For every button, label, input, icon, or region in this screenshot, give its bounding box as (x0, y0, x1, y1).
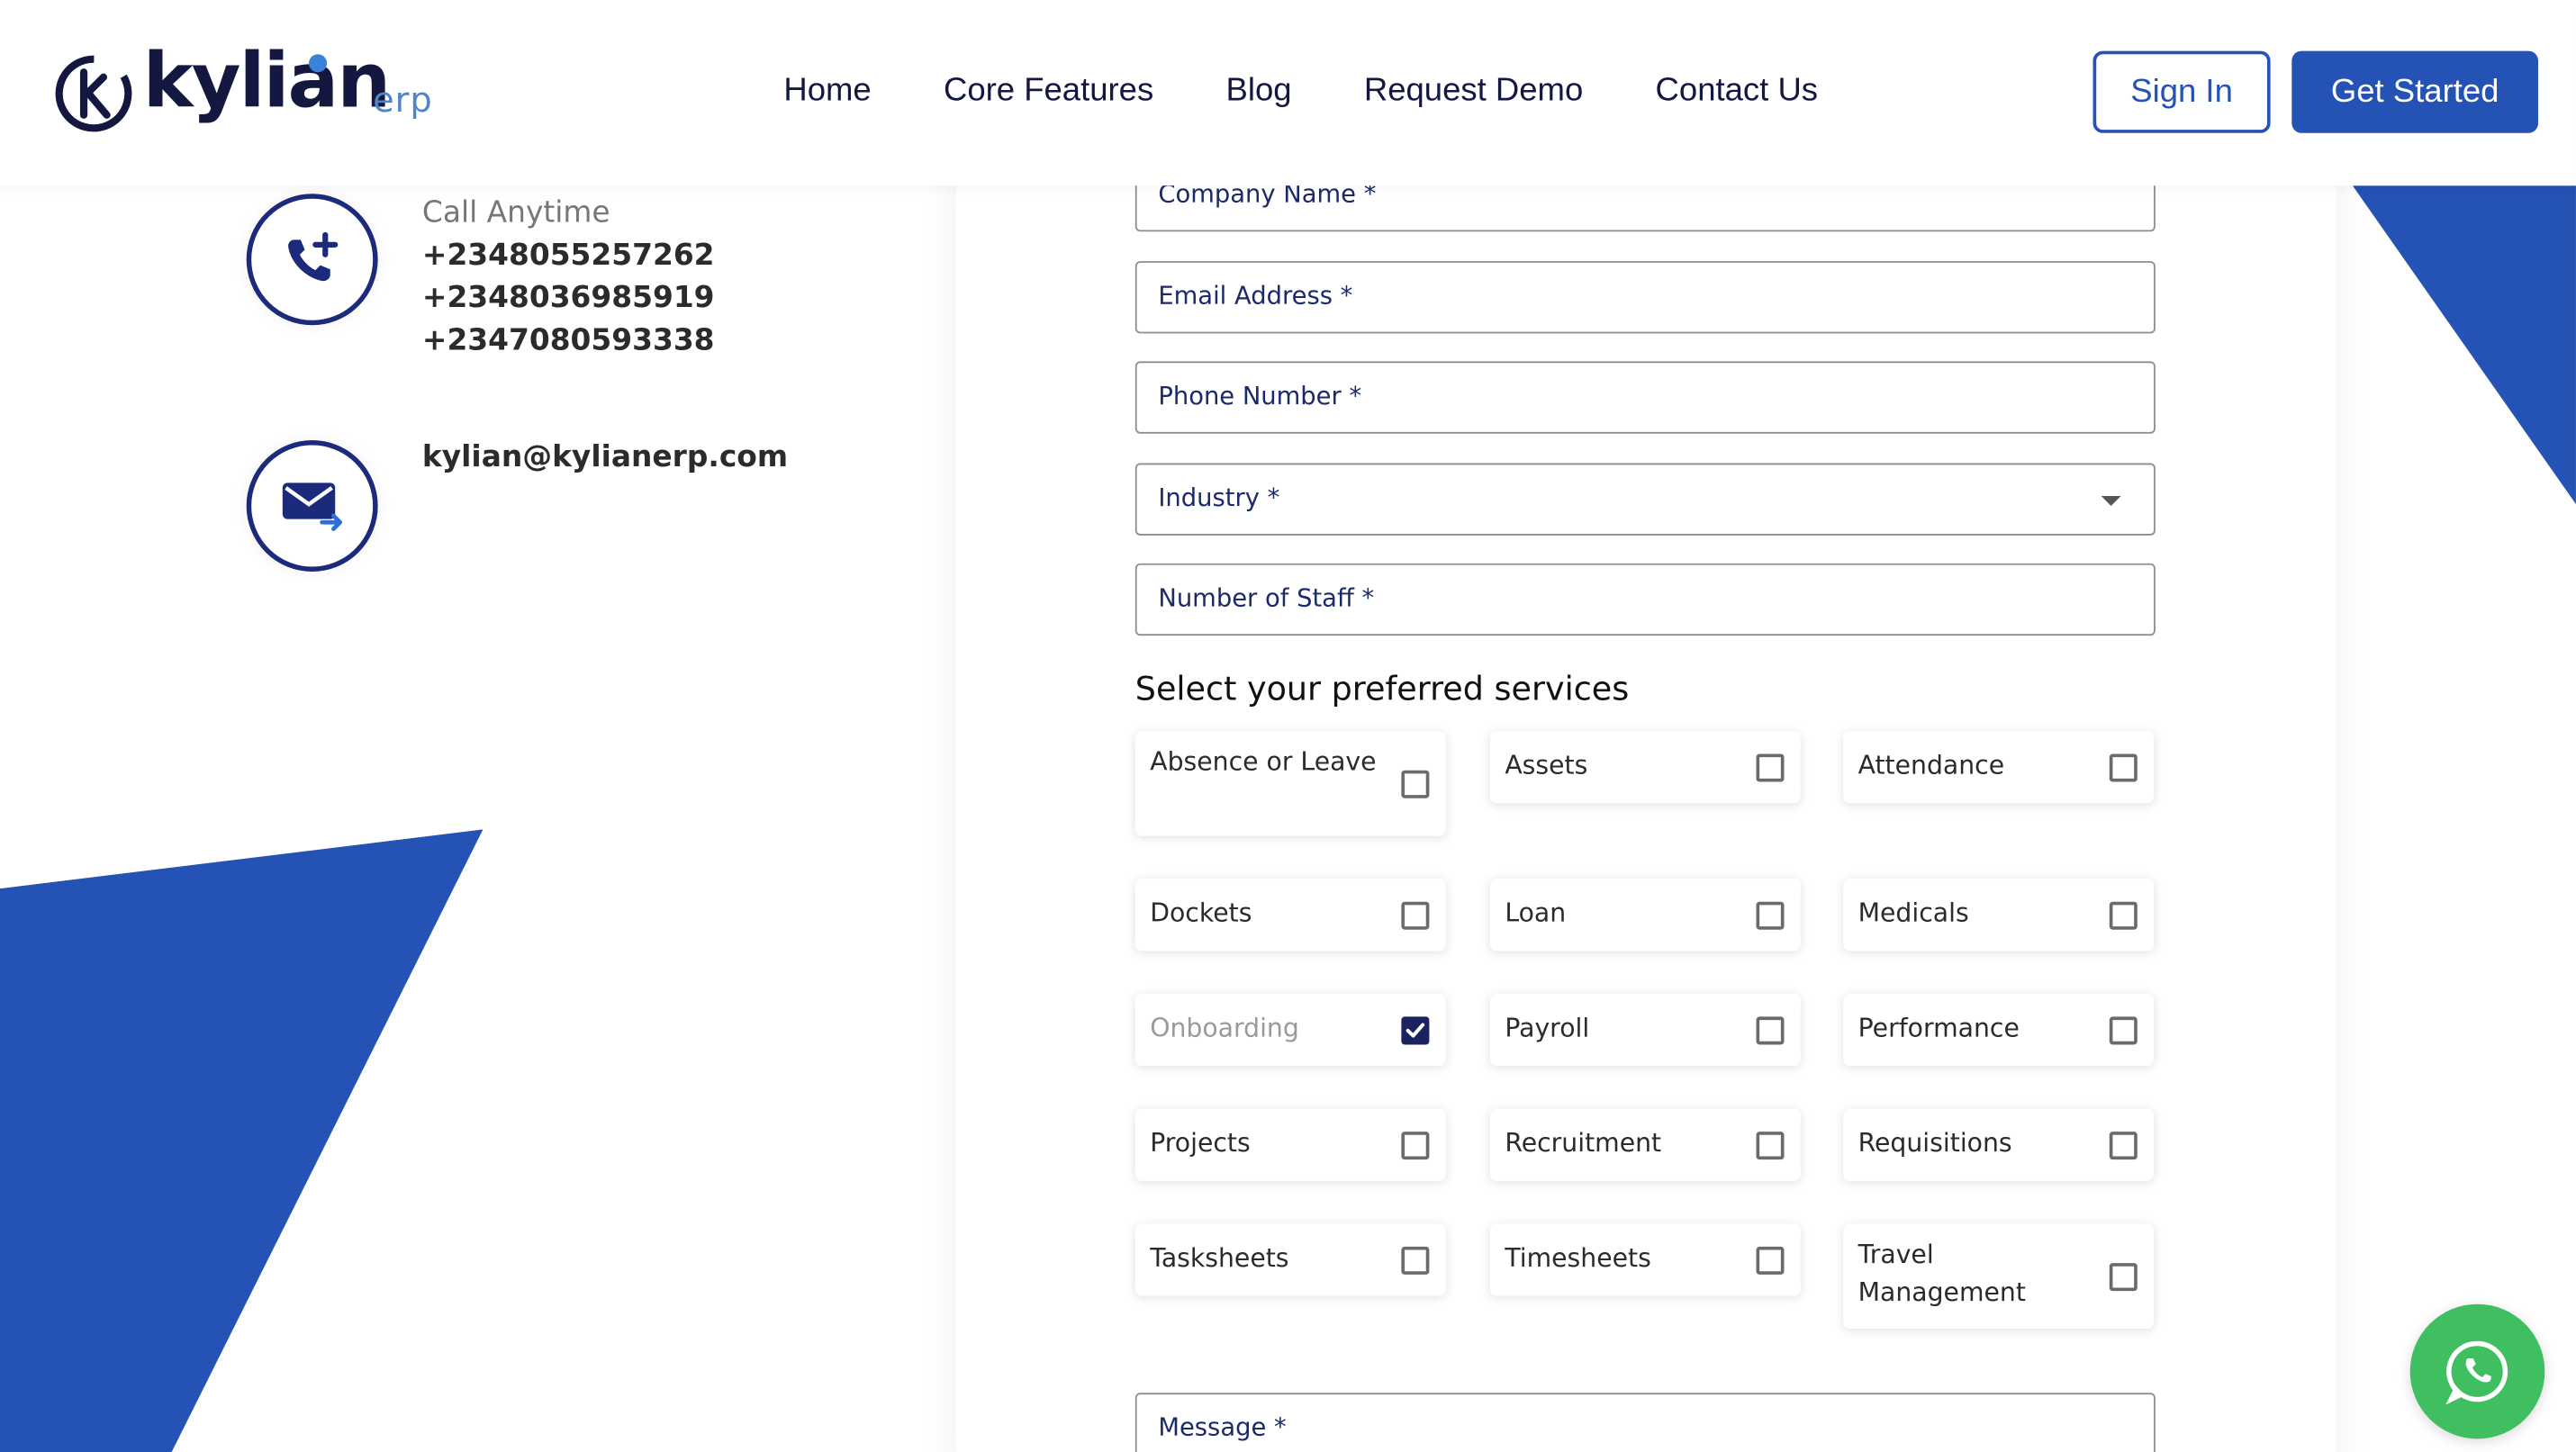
contact-email[interactable]: kylian@kylianerp.com (422, 440, 788, 474)
phone-plus-icon (288, 231, 339, 282)
main-nav: Home Core Features Blog Request Demo Con… (783, 72, 1890, 110)
service-option[interactable]: Attendance (1843, 730, 2155, 804)
service-option[interactable]: Projects (1134, 1108, 1446, 1181)
phone-number[interactable]: +2347080593338 (422, 323, 715, 357)
nav-request-demo[interactable]: Request Demo (1364, 72, 1583, 110)
chevron-down-icon (2101, 496, 2121, 506)
number-of-staff-field[interactable]: Number of Staff * (1134, 563, 2156, 636)
services-section-title: Select your preferred services (1134, 668, 1630, 708)
service-checkbox[interactable] (1756, 1015, 1785, 1044)
service-option[interactable]: Timesheets (1489, 1223, 1801, 1296)
decorative-blue-shape-right (2352, 185, 2576, 505)
service-option-label: Performance (1857, 1013, 2020, 1043)
service-option-label: Timesheets (1505, 1243, 1651, 1274)
industry-select[interactable]: Industry * (1134, 463, 2156, 536)
phone-number[interactable]: +2348055257262 (422, 239, 715, 273)
service-option-label: Attendance (1857, 750, 2005, 780)
service-option[interactable]: Assets (1489, 730, 1801, 804)
nav-contact-us[interactable]: Contact Us (1656, 72, 1819, 110)
message-field[interactable]: Message * (1134, 1393, 2156, 1452)
service-option[interactable]: Dockets (1134, 879, 1446, 951)
service-checkbox[interactable] (1401, 1015, 1430, 1044)
service-option[interactable]: Loan (1489, 879, 1801, 951)
service-checkbox[interactable] (1401, 1245, 1430, 1274)
get-started-button[interactable]: Get Started (2291, 50, 2539, 133)
logo-word: kylian (142, 36, 391, 125)
whatsapp-icon (2445, 1340, 2508, 1405)
service-checkbox[interactable] (1401, 900, 1430, 929)
service-option-label: Requisitions (1857, 1128, 2012, 1159)
service-checkbox[interactable] (2109, 1131, 2138, 1159)
logo-dot (309, 54, 328, 73)
kylian-logo-icon (55, 55, 132, 132)
service-checkbox[interactable] (1401, 1131, 1430, 1159)
service-option[interactable]: Requisitions (1843, 1108, 2155, 1181)
service-option[interactable]: Onboarding (1134, 993, 1446, 1067)
nav-core-features[interactable]: Core Features (944, 72, 1153, 110)
phone-number-label: Phone Number * (1158, 381, 1362, 411)
service-option-label: Onboarding (1150, 1013, 1299, 1043)
phone-number-field[interactable]: Phone Number * (1134, 361, 2156, 434)
service-option-label: Tasksheets (1150, 1243, 1289, 1274)
mail-forward-icon (282, 482, 343, 531)
service-option[interactable]: Absence or Leave (1134, 730, 1446, 836)
phone-contact-icon (246, 194, 378, 326)
service-option-label: Recruitment (1505, 1128, 1662, 1159)
logo-suffix: erp (373, 80, 433, 121)
call-anytime-label: Call Anytime (421, 195, 610, 230)
email-label: Email Address * (1158, 281, 1353, 311)
service-option-label: Medicals (1857, 898, 1969, 928)
site-header: kylian erp Home Core Features Blog Reque… (0, 0, 2576, 186)
service-option[interactable]: Travel Management (1843, 1223, 2155, 1330)
service-checkbox[interactable] (2109, 1262, 2138, 1291)
phone-number[interactable]: +2348036985919 (422, 281, 715, 315)
service-checkbox[interactable] (1756, 900, 1785, 929)
email-contact-icon (246, 439, 378, 572)
whatsapp-chat-button[interactable] (2409, 1303, 2545, 1439)
nav-blog[interactable]: Blog (1226, 72, 1292, 110)
service-checkbox[interactable] (1756, 1245, 1785, 1274)
checkmark-icon (1406, 1022, 1425, 1037)
service-option-label: Dockets (1150, 898, 1252, 928)
service-option-label: Absence or Leave (1150, 747, 1377, 778)
service-option[interactable]: Recruitment (1489, 1108, 1801, 1181)
sign-in-button[interactable]: Sign In (2092, 50, 2271, 133)
service-checkbox[interactable] (2109, 900, 2138, 929)
service-option-label: Loan (1505, 898, 1567, 928)
service-checkbox[interactable] (1756, 753, 1785, 781)
service-option-label: Assets (1505, 750, 1588, 780)
service-option[interactable]: Medicals (1843, 879, 2155, 951)
decorative-blue-shape-left (0, 829, 484, 1452)
service-option-label: Travel Management (1857, 1240, 2026, 1308)
email-field[interactable]: Email Address * (1134, 261, 2156, 334)
service-option-label: Payroll (1505, 1013, 1590, 1043)
number-of-staff-label: Number of Staff * (1158, 582, 1375, 613)
service-option[interactable]: Performance (1843, 993, 2155, 1067)
service-option[interactable]: Payroll (1489, 993, 1801, 1067)
message-label: Message * (1158, 1412, 1287, 1442)
service-checkbox[interactable] (1401, 769, 1430, 798)
service-checkbox[interactable] (1756, 1131, 1785, 1159)
nav-home[interactable]: Home (783, 72, 871, 110)
service-checkbox[interactable] (2109, 753, 2138, 781)
service-option[interactable]: Tasksheets (1134, 1223, 1446, 1296)
service-option-label: Projects (1150, 1128, 1251, 1159)
service-checkbox[interactable] (2109, 1015, 2138, 1044)
industry-label: Industry * (1158, 482, 1280, 513)
